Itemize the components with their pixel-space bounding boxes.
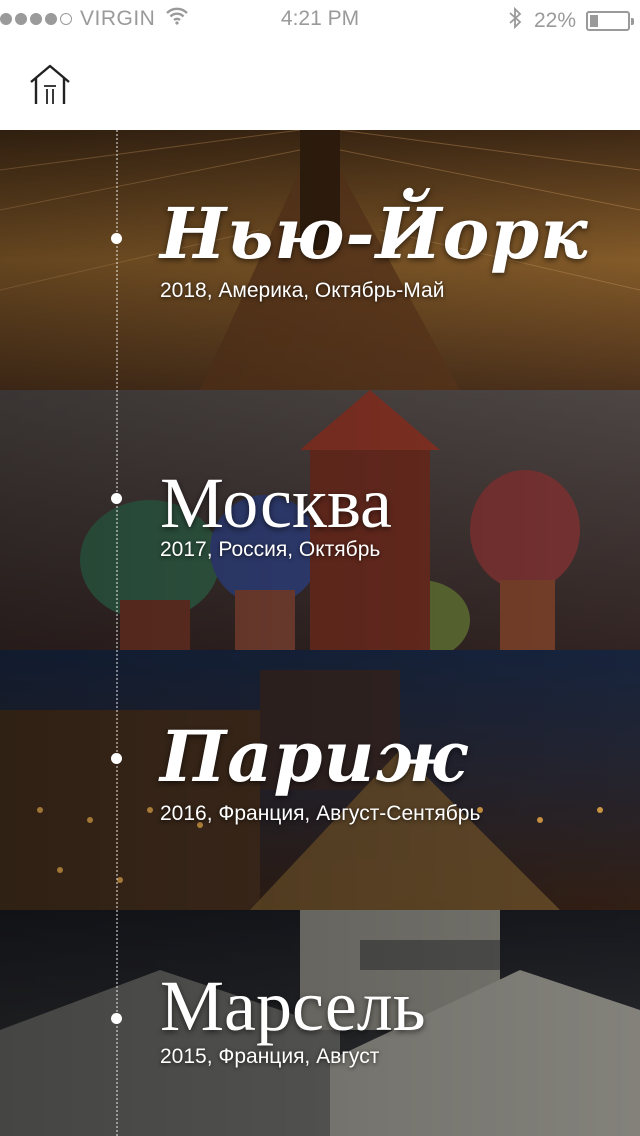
city-title: Марсель xyxy=(160,966,426,1046)
city-title: Париж xyxy=(160,715,468,798)
timeline-dot xyxy=(111,233,122,244)
status-bar: VIRGIN 4:21 PM 22% xyxy=(0,0,640,40)
city-details: 2015, Франция, Август xyxy=(160,1045,380,1068)
city-details: 2016, Франция, Август-Сентябрь xyxy=(160,802,481,825)
timeline-dot xyxy=(111,1013,122,1024)
battery-level-fill xyxy=(590,15,598,27)
city-details: 2018, Америка, Октябрь-Май xyxy=(160,279,445,302)
bluetooth-icon xyxy=(508,6,522,35)
city-title: Москва xyxy=(160,463,392,543)
battery-icon xyxy=(586,11,634,31)
home-icon xyxy=(30,64,70,104)
city-details: 2017, Россия, Октябрь xyxy=(160,538,381,561)
battery-percent: 22% xyxy=(533,9,576,32)
city-title: Нью-Йорк xyxy=(160,192,589,275)
timeline-line xyxy=(116,130,118,1136)
nav-bar xyxy=(0,40,640,130)
home-button[interactable] xyxy=(28,62,72,106)
timeline-dot xyxy=(111,493,122,504)
timeline-dot xyxy=(111,753,122,764)
